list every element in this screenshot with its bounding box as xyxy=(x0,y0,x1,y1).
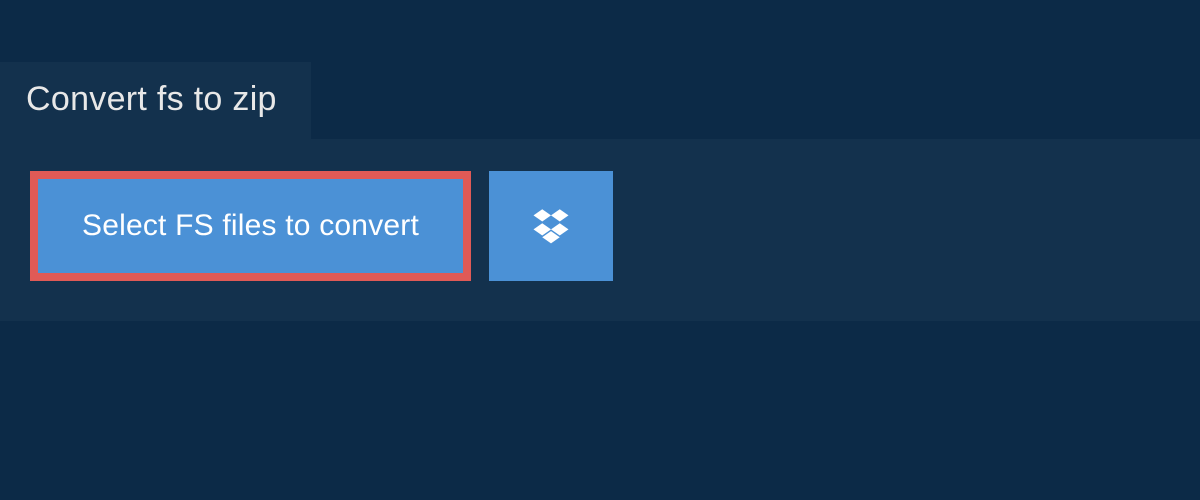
dropbox-button[interactable] xyxy=(489,171,613,281)
action-row: Select FS files to convert xyxy=(30,171,1170,281)
tab-bar: Convert fs to zip xyxy=(0,0,1200,139)
tab-label: Convert fs to zip xyxy=(26,80,277,118)
converter-panel: Select FS files to convert xyxy=(0,139,1200,321)
select-files-label: Select FS files to convert xyxy=(82,209,419,243)
dropbox-icon xyxy=(530,204,572,249)
highlight-frame: Select FS files to convert xyxy=(30,171,471,281)
tab-convert[interactable]: Convert fs to zip xyxy=(0,62,311,139)
select-files-button[interactable]: Select FS files to convert xyxy=(38,179,463,273)
